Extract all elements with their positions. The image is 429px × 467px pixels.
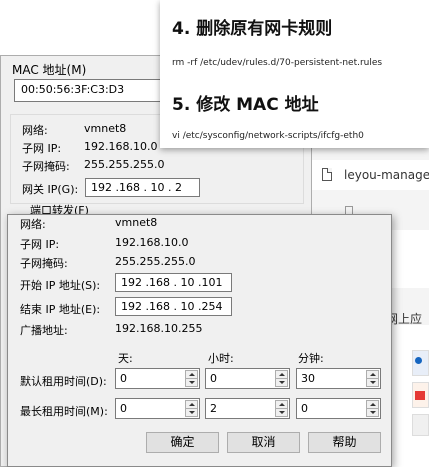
stepper-down-icon[interactable]	[185, 378, 198, 387]
end-ip-label: 结束 IP 地址(E):	[20, 303, 101, 316]
step4-title: 4. 删除原有网卡规则	[172, 19, 333, 39]
step5-command: vi /etc/sysconfig/network-scripts/ifcfg-…	[172, 131, 364, 141]
mac-address-label: MAC 地址(M)	[12, 63, 87, 77]
max-lease-days-stepper[interactable]: 0	[115, 398, 200, 419]
dhcp-settings-dialog	[7, 214, 392, 467]
subnet-mask-value: 255.255.255.0	[84, 158, 165, 171]
start-ip-input[interactable]: 192 .168 . 10 .101	[115, 273, 232, 292]
cancel-button[interactable]: 取消	[227, 432, 300, 453]
step4-command: rm -rf /etc/udev/rules.d/70-persistent-n…	[172, 58, 383, 68]
subnet-ip-value: 192.168.10.0	[84, 140, 158, 153]
network-label: 网络:	[22, 124, 48, 137]
days-column-label: 天:	[118, 352, 133, 365]
default-lease-minutes-stepper[interactable]: 30	[296, 368, 381, 389]
default-lease-label: 默认租用时间(D):	[20, 375, 107, 388]
stepper-down-icon[interactable]	[366, 378, 379, 387]
thumbnail-3[interactable]	[412, 414, 429, 436]
ok-button[interactable]: 确定	[146, 432, 219, 453]
max-lease-hours-stepper[interactable]: 2	[205, 398, 290, 419]
dhcp-network-value: vmnet8	[115, 216, 158, 229]
broadcast-label: 广播地址:	[20, 324, 68, 337]
stepper-down-icon[interactable]	[275, 408, 288, 417]
default-lease-hours-stepper[interactable]: 0	[205, 368, 290, 389]
thumbnail-1[interactable]	[412, 350, 429, 376]
dhcp-subnet-mask-value: 255.255.255.0	[115, 255, 196, 268]
max-lease-label: 最长租用时间(M):	[20, 405, 108, 418]
stepper-value: 0	[120, 402, 127, 415]
dhcp-subnet-ip-value: 192.168.10.0	[115, 236, 189, 249]
gateway-ip-input[interactable]: 192 .168 . 10 . 2	[85, 178, 200, 197]
dhcp-subnet-ip-label: 子网 IP:	[20, 238, 60, 251]
broadcast-value: 192.168.10.255	[115, 322, 203, 335]
network-value: vmnet8	[84, 122, 127, 135]
end-ip-input[interactable]: 192 .168 . 10 .254	[115, 297, 232, 316]
stepper-down-icon[interactable]	[366, 408, 379, 417]
stepper-value: 2	[210, 402, 217, 415]
hours-column-label: 小时:	[208, 352, 234, 365]
file-name: leyou-manage-w	[344, 168, 429, 182]
background-file-item[interactable]: leyou-manage-w	[312, 160, 429, 190]
thumbnail-2[interactable]	[412, 382, 429, 408]
stepper-value: 0	[210, 372, 217, 385]
file-icon	[322, 168, 332, 181]
dhcp-network-label: 网络:	[20, 218, 46, 231]
subnet-ip-label: 子网 IP:	[22, 142, 62, 155]
help-button[interactable]: 帮助	[308, 432, 381, 453]
step5-title: 5. 修改 MAC 地址	[172, 95, 319, 115]
stepper-value: 0	[301, 402, 308, 415]
max-lease-minutes-stepper[interactable]: 0	[296, 398, 381, 419]
gateway-ip-label: 网关 IP(G):	[22, 183, 79, 196]
stepper-down-icon[interactable]	[185, 408, 198, 417]
start-ip-label: 开始 IP 地址(S):	[20, 279, 101, 292]
stepper-value: 0	[120, 372, 127, 385]
dhcp-subnet-mask-label: 子网掩码:	[20, 257, 68, 270]
minutes-column-label: 分钟:	[298, 352, 324, 365]
stepper-down-icon[interactable]	[275, 378, 288, 387]
instructions-note: 4. 删除原有网卡规则 rm -rf /etc/udev/rules.d/70-…	[160, 0, 429, 148]
stepper-value: 30	[301, 372, 315, 385]
mac-address-input[interactable]: 00:50:56:3F:C3:D3	[14, 79, 164, 102]
default-lease-days-stepper[interactable]: 0	[115, 368, 200, 389]
subnet-mask-label: 子网掩码:	[22, 160, 70, 173]
